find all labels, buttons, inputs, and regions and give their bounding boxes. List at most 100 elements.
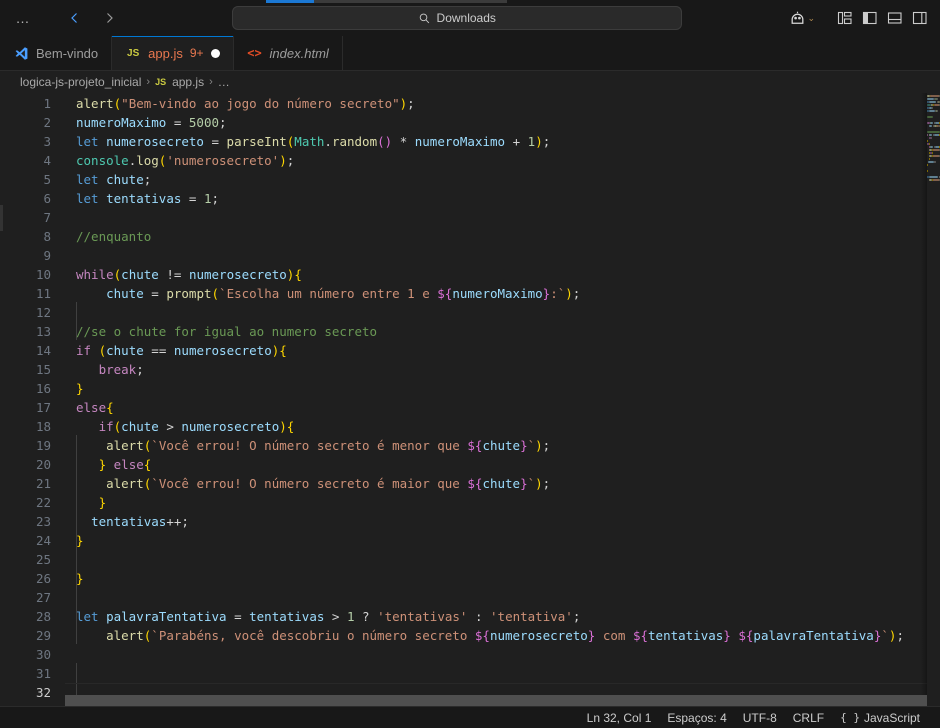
code-line[interactable]: if (chute == numerosecreto){ bbox=[65, 341, 940, 360]
line-number: 9 bbox=[43, 248, 51, 263]
code-line[interactable]: chute = prompt(`Escolha um número entre … bbox=[65, 284, 940, 303]
toggle-secondary-sidebar-icon[interactable] bbox=[912, 10, 928, 26]
go-back-button[interactable] bbox=[60, 6, 90, 30]
minimap-line bbox=[936, 110, 938, 112]
line-number: 24 bbox=[35, 533, 51, 548]
code-line[interactable]: alert(`Você errou! O número secreto é me… bbox=[65, 436, 940, 455]
more-actions-button[interactable]: … bbox=[10, 6, 36, 30]
tab-label: Bem-vindo bbox=[36, 45, 99, 61]
code-content[interactable]: alert("Bem-vindo ao jogo do número secre… bbox=[65, 93, 940, 706]
minimap-line bbox=[930, 146, 934, 148]
line-number: 13 bbox=[35, 324, 51, 339]
code-line[interactable]: let numerosecreto = parseInt(Math.random… bbox=[65, 132, 940, 151]
minimap-line bbox=[929, 176, 938, 178]
layout-controls bbox=[837, 10, 928, 26]
line-number: 31 bbox=[35, 666, 51, 681]
code-line[interactable]: } else{ bbox=[65, 455, 940, 474]
navigation-group bbox=[60, 6, 124, 30]
status-language-mode[interactable]: { } JavaScript bbox=[832, 707, 928, 728]
minimap-line bbox=[937, 98, 939, 100]
code-line[interactable] bbox=[65, 303, 940, 322]
search-value: Downloads bbox=[436, 11, 496, 25]
tab-app-js[interactable]: JS app.js 9+ bbox=[112, 36, 234, 70]
code-line[interactable]: //enquanto bbox=[65, 227, 940, 246]
breadcrumb-symbol-ellipsis[interactable]: … bbox=[218, 75, 230, 89]
code-line[interactable]: let tentativas = 1; bbox=[65, 189, 940, 208]
line-number: 32 bbox=[35, 685, 51, 700]
code-line[interactable]: alert("Bem-vindo ao jogo do número secre… bbox=[65, 94, 940, 113]
search-container: Downloads bbox=[124, 6, 789, 30]
breadcrumb-file[interactable]: app.js bbox=[172, 75, 204, 89]
code-line[interactable] bbox=[65, 550, 940, 569]
code-line[interactable]: let chute; bbox=[65, 170, 940, 189]
code-line[interactable] bbox=[65, 208, 940, 227]
code-line[interactable]: } bbox=[65, 379, 940, 398]
code-line[interactable]: alert(`Você errou! O número secreto é ma… bbox=[65, 474, 940, 493]
line-number: 18 bbox=[35, 419, 51, 434]
code-line[interactable]: } bbox=[65, 493, 940, 512]
tab-bem-vindo[interactable]: Bem-vindo bbox=[0, 36, 113, 70]
account-button[interactable]: ⌄ bbox=[789, 10, 815, 27]
minimap-line bbox=[931, 152, 933, 154]
code-line[interactable]: break; bbox=[65, 360, 940, 379]
line-number: 17 bbox=[35, 400, 51, 415]
line-number: 14 bbox=[35, 343, 51, 358]
status-cursor-position[interactable]: Ln 32, Col 1 bbox=[579, 707, 660, 728]
line-number: 6 bbox=[43, 191, 51, 206]
editor-minimap[interactable] bbox=[927, 93, 940, 706]
status-indentation-label: Espaços: 4 bbox=[667, 710, 727, 725]
minimap-line bbox=[928, 161, 934, 163]
line-number: 10 bbox=[35, 267, 51, 282]
code-line[interactable]: } bbox=[65, 531, 940, 550]
unsaved-indicator-icon[interactable] bbox=[210, 48, 220, 58]
code-line[interactable]: console.log('numerosecreto'); bbox=[65, 151, 940, 170]
toggle-panel-layout-icon[interactable] bbox=[837, 10, 853, 26]
line-number: 12 bbox=[35, 305, 51, 320]
editor-horizontal-scrollbar[interactable] bbox=[65, 695, 927, 706]
minimap-line bbox=[927, 164, 928, 166]
title-bar-left: … bbox=[10, 6, 124, 30]
line-number: 25 bbox=[35, 552, 51, 567]
vscode-window: … Downloads ⌄ Bem-vindo JS app.js 9+ <> … bbox=[0, 0, 940, 728]
line-number: 5 bbox=[43, 172, 51, 187]
tab-index-html[interactable]: <> index.html bbox=[233, 36, 343, 70]
activity-bar-handle[interactable] bbox=[0, 205, 3, 231]
tab-label: index.html bbox=[269, 45, 329, 61]
code-line[interactable]: else{ bbox=[65, 398, 940, 417]
toggle-panel-icon[interactable] bbox=[887, 10, 903, 26]
status-encoding-label: UTF-8 bbox=[742, 710, 777, 725]
line-number: 16 bbox=[35, 381, 51, 396]
line-number: 30 bbox=[35, 647, 51, 662]
code-line[interactable] bbox=[65, 645, 940, 664]
arrow-left-icon bbox=[71, 13, 77, 23]
code-line[interactable]: numeroMaximo = 5000; bbox=[65, 113, 940, 132]
quick-search-input[interactable]: Downloads bbox=[231, 6, 682, 30]
editor-area: 1 2 3 4 5 6 7 8 9 10 11 12 13 14 15 16 17 18 19 20 21 22 23 24 2… bbox=[0, 93, 940, 706]
minimap-line bbox=[927, 116, 933, 118]
line-number: 11 bbox=[35, 286, 51, 301]
code-line[interactable]: if(chute > numerosecreto){ bbox=[65, 417, 940, 436]
code-line[interactable] bbox=[65, 664, 940, 683]
code-line[interactable]: } bbox=[65, 569, 940, 588]
title-bar: … Downloads ⌄ bbox=[0, 0, 940, 36]
breadcrumb-folder[interactable]: logica-js-projeto_inicial bbox=[20, 75, 141, 89]
code-line[interactable] bbox=[65, 588, 940, 607]
go-forward-button[interactable] bbox=[94, 6, 124, 30]
minimap-line bbox=[931, 107, 933, 109]
code-line[interactable]: let palavraTentativa = tentativas > 1 ? … bbox=[65, 607, 940, 626]
scrollbar-thumb[interactable] bbox=[65, 695, 927, 706]
minimap-line bbox=[927, 98, 934, 100]
code-line[interactable] bbox=[65, 246, 940, 265]
status-indentation[interactable]: Espaços: 4 bbox=[659, 707, 734, 728]
code-line[interactable]: //se o chute for igual ao numero secreto bbox=[65, 322, 940, 341]
code-line[interactable]: alert(`Parabéns, você descobriu o número… bbox=[65, 626, 940, 645]
status-language-label: JavaScript bbox=[863, 710, 920, 725]
status-eol-label: CRLF bbox=[792, 710, 825, 725]
code-line[interactable]: tentativas++; bbox=[65, 512, 940, 531]
status-encoding[interactable]: UTF-8 bbox=[735, 707, 785, 728]
toggle-primary-sidebar-icon[interactable] bbox=[862, 10, 878, 26]
code-line[interactable]: while(chute != numerosecreto){ bbox=[65, 265, 940, 284]
status-eol[interactable]: CRLF bbox=[785, 707, 832, 728]
title-accent-stripe bbox=[314, 0, 507, 3]
status-bar: Ln 32, Col 1 Espaços: 4 UTF-8 CRLF { } J… bbox=[0, 706, 940, 728]
